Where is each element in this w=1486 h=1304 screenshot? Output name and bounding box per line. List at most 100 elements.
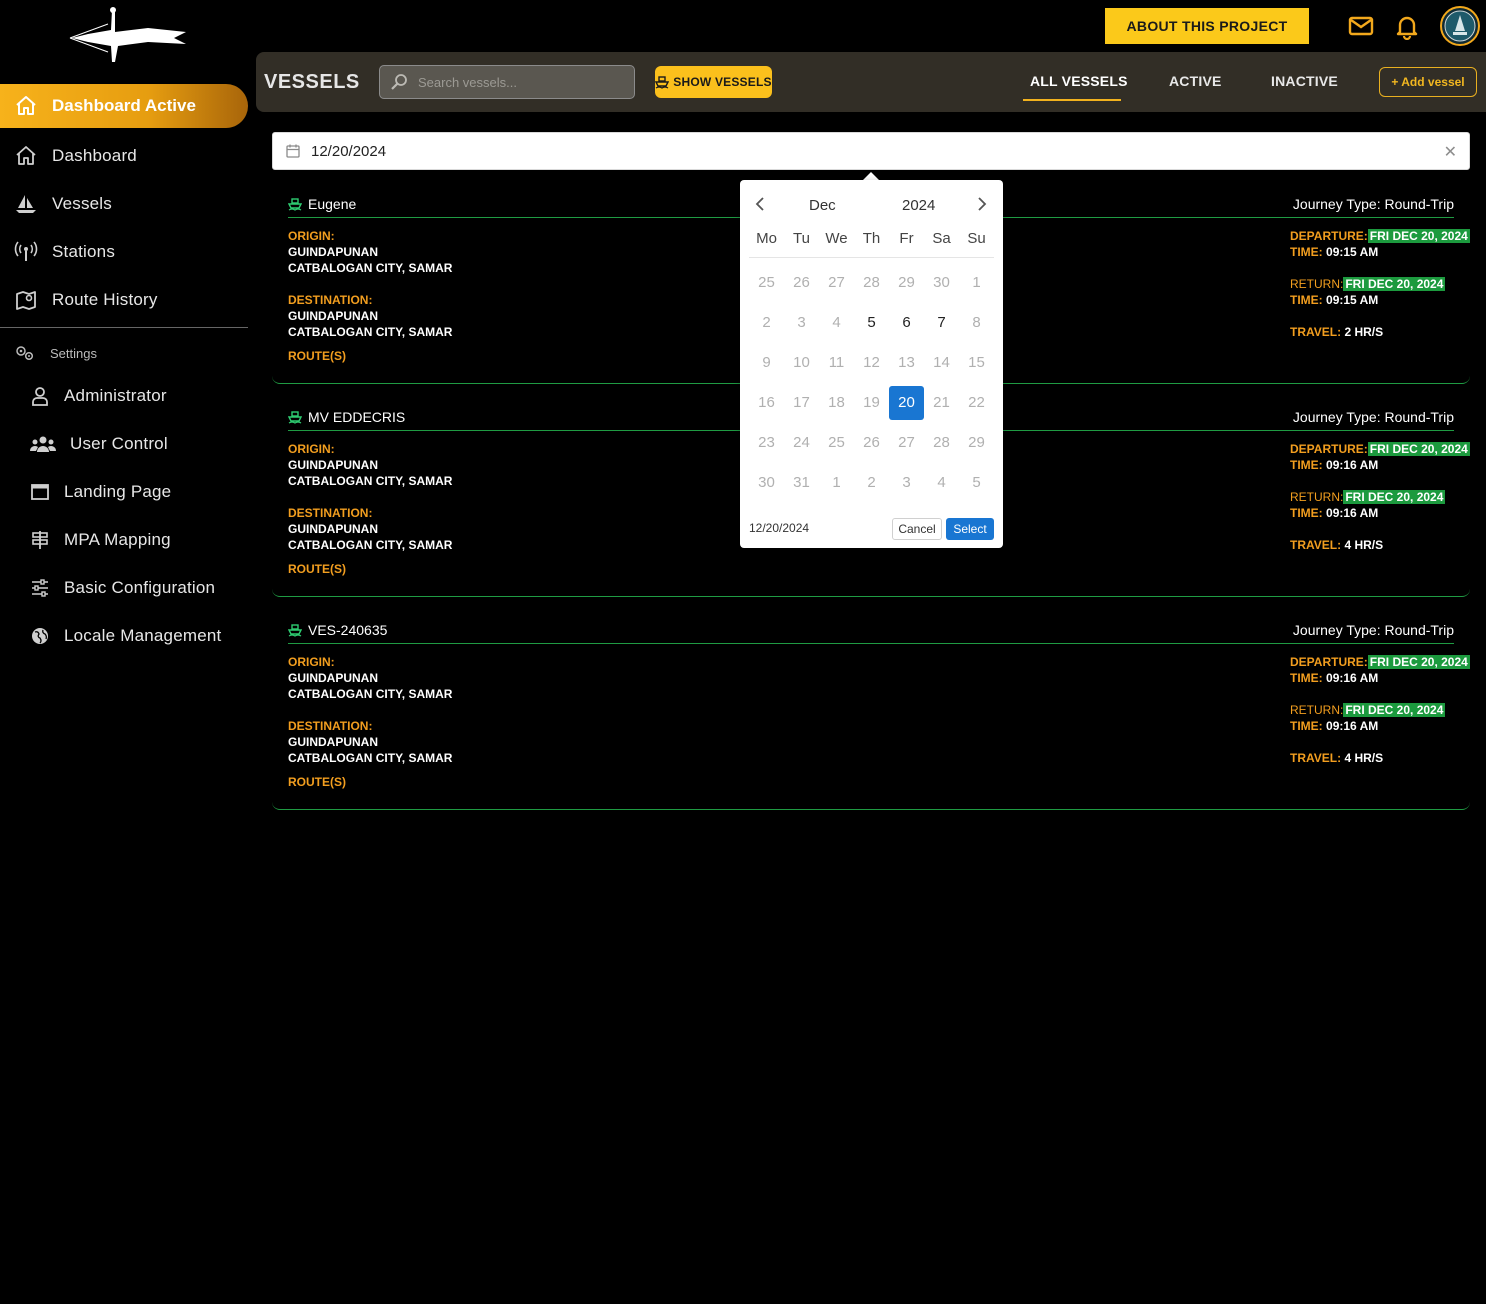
settings-label: Settings bbox=[50, 345, 97, 361]
return-time: 09:16 AM bbox=[1326, 719, 1379, 733]
origin-block: ORIGIN: GUINDAPUNAN CATBALOGAN CITY, SAMAR bbox=[288, 441, 452, 489]
sidebar-item-locale-management[interactable]: Locale Management bbox=[30, 616, 248, 656]
sidebar-item-route-history[interactable]: Route History bbox=[0, 280, 248, 320]
home-icon bbox=[16, 146, 36, 165]
sidebar-item-mpa-mapping[interactable]: MPA Mapping bbox=[30, 520, 248, 560]
sidebar-item-label: Route History bbox=[52, 290, 158, 309]
sidebar-item-user-control[interactable]: User Control bbox=[30, 424, 248, 464]
active-tab-indicator bbox=[1023, 99, 1121, 101]
calendar-day-selected[interactable]: 20 bbox=[889, 386, 924, 420]
travel-block: TRAVEL: 4 HR/S bbox=[1290, 750, 1383, 766]
vessels-header: VESSELS SHOW VESSELS ALL VESSELS ACTIVE … bbox=[256, 52, 1486, 112]
calendar-day: 17 bbox=[793, 394, 810, 411]
calendar-day: 25 bbox=[758, 274, 775, 291]
calendar-day: 1 bbox=[972, 274, 981, 291]
calendar-day: 2 bbox=[867, 474, 876, 491]
calendar-day: 5 bbox=[972, 474, 981, 491]
cancel-button[interactable]: Cancel bbox=[892, 518, 942, 540]
sidebar-item-basic-configuration[interactable]: Basic Configuration bbox=[30, 568, 248, 608]
vessel-name: Eugene bbox=[308, 196, 357, 212]
origin-label: ORIGIN: bbox=[288, 442, 335, 456]
departure-block: DEPARTURE: FRI DEC 20, 2024 TIME: 09:16 AM bbox=[1290, 654, 1470, 686]
calendar-week-row: 2 3 45678 bbox=[749, 303, 994, 343]
sidebar-item-dashboard-active[interactable]: Dashboard Active bbox=[0, 84, 248, 128]
about-project-button[interactable]: ABOUT THIS PROJECT bbox=[1105, 8, 1309, 44]
calendar-day[interactable]: 6 bbox=[889, 306, 924, 340]
ship-icon bbox=[288, 624, 302, 637]
travel-block: TRAVEL: 2 HR/S bbox=[1290, 324, 1383, 340]
departure-block: DEPARTURE: FRI DEC 20, 2024 TIME: 09:16 AM bbox=[1290, 441, 1470, 473]
calendar-day: 1 bbox=[832, 474, 841, 491]
vessel-card[interactable]: VES-240635 Journey Type: Round-Trip ORIGIN… bbox=[272, 606, 1470, 810]
calendar-year[interactable]: 2024 bbox=[902, 197, 935, 214]
travel-label: TRAVEL: bbox=[1290, 325, 1342, 339]
departure-time: 09:16 AM bbox=[1326, 458, 1379, 472]
origin-block: ORIGIN: GUINDAPUNAN CATBALOGAN CITY, SAMAR bbox=[288, 228, 452, 276]
calendar-day: 19 bbox=[863, 394, 880, 411]
sailboat-icon bbox=[16, 195, 36, 213]
return-block: RETURN: FRI DEC 20, 2024 TIME: 09:15 AM bbox=[1290, 276, 1446, 308]
calendar-day: 29 bbox=[898, 274, 915, 291]
chevron-left-icon[interactable] bbox=[753, 196, 769, 212]
clear-icon[interactable]: ✕ bbox=[1444, 142, 1457, 162]
calendar-week-row: 25 26 27 28 29 30 1 bbox=[749, 263, 994, 303]
destination-label: DESTINATION: bbox=[288, 293, 373, 307]
calendar-month[interactable]: Dec bbox=[809, 197, 836, 214]
time-label: TIME: bbox=[1290, 245, 1323, 259]
calendar-day: 23 bbox=[758, 434, 775, 451]
show-vessels-label: SHOW VESSELS bbox=[673, 75, 772, 89]
add-vessel-button[interactable]: + Add vessel bbox=[1379, 67, 1477, 97]
signpost-icon bbox=[32, 531, 48, 549]
date-filter-input[interactable]: 12/20/2024 ✕ bbox=[272, 132, 1470, 170]
sidebar-item-label: Basic Configuration bbox=[64, 578, 216, 597]
return-time: 09:16 AM bbox=[1326, 506, 1379, 520]
calendar-day: 22 bbox=[968, 394, 985, 411]
routes-link[interactable]: ROUTE(S) bbox=[288, 561, 346, 577]
weekday-label: Mo bbox=[756, 230, 777, 247]
routes-link[interactable]: ROUTE(S) bbox=[288, 348, 346, 364]
destination-place: GUINDAPUNAN bbox=[288, 522, 378, 536]
destination-city: CATBALOGAN CITY, SAMAR bbox=[288, 325, 453, 339]
sidebar-item-vessels[interactable]: Vessels bbox=[0, 184, 248, 224]
calendar-week-row: 30 31 1 2 3 4 5 bbox=[749, 463, 994, 503]
avatar[interactable] bbox=[1440, 6, 1480, 46]
map-pin-icon bbox=[16, 291, 36, 310]
antenna-icon bbox=[14, 241, 38, 261]
search-input[interactable] bbox=[418, 74, 618, 90]
tab-inactive[interactable]: INACTIVE bbox=[1271, 73, 1338, 89]
calendar-icon bbox=[286, 144, 300, 158]
sidebar-item-landing-page[interactable]: Landing Page bbox=[30, 472, 248, 512]
bell-icon[interactable] bbox=[1393, 12, 1421, 40]
calendar-day: 21 bbox=[933, 394, 950, 411]
ship-icon bbox=[288, 411, 302, 424]
mail-icon[interactable] bbox=[1347, 12, 1375, 40]
search-box[interactable] bbox=[379, 65, 635, 99]
calendar-week-row: 23 24 25 26 27 28 29 bbox=[749, 423, 994, 463]
origin-place: GUINDAPUNAN bbox=[288, 245, 378, 259]
sidebar-item-stations[interactable]: Stations bbox=[0, 232, 248, 272]
page-title: VESSELS bbox=[264, 71, 360, 93]
sidebar-item-label: MPA Mapping bbox=[64, 530, 171, 549]
journey-type: Journey Type: Round-Trip bbox=[1292, 196, 1454, 212]
calendar-day[interactable]: 7 bbox=[924, 306, 959, 340]
show-vessels-button[interactable]: SHOW VESSELS bbox=[655, 66, 772, 98]
calendar-day: 4 bbox=[937, 474, 946, 491]
routes-link[interactable]: ROUTE(S) bbox=[288, 774, 346, 790]
departure-label: DEPARTURE: bbox=[1290, 655, 1368, 669]
weekday-label: Fr bbox=[899, 230, 914, 247]
tab-all-vessels[interactable]: ALL VESSELS bbox=[1030, 73, 1128, 89]
destination-block: DESTINATION: GUINDAPUNAN CATBALOGAN CITY, … bbox=[288, 505, 452, 553]
tab-active[interactable]: ACTIVE bbox=[1169, 73, 1222, 89]
vessel-name-row: VES-240635 bbox=[288, 622, 387, 638]
calendar-day[interactable]: 5 bbox=[854, 306, 889, 340]
date-picker-popup: Dec 2024 Mo Tu We Th Fr Sa Su 25 26 27 28 29 30 1 2 3 4… bbox=[740, 180, 1003, 548]
sidebar-item-label: Administrator bbox=[64, 386, 167, 405]
sidebar-item-dashboard[interactable]: Dashboard bbox=[0, 136, 248, 176]
return-date: FRI DEC 20, 2024 bbox=[1343, 703, 1446, 717]
select-button[interactable]: Select bbox=[946, 518, 994, 540]
sidebar-item-administrator[interactable]: Administrator bbox=[30, 376, 248, 416]
chevron-right-icon[interactable] bbox=[973, 196, 989, 212]
origin-place: GUINDAPUNAN bbox=[288, 458, 378, 472]
origin-place: GUINDAPUNAN bbox=[288, 671, 378, 685]
origin-block: ORIGIN: GUINDAPUNAN CATBALOGAN CITY, SAMAR bbox=[288, 654, 452, 702]
